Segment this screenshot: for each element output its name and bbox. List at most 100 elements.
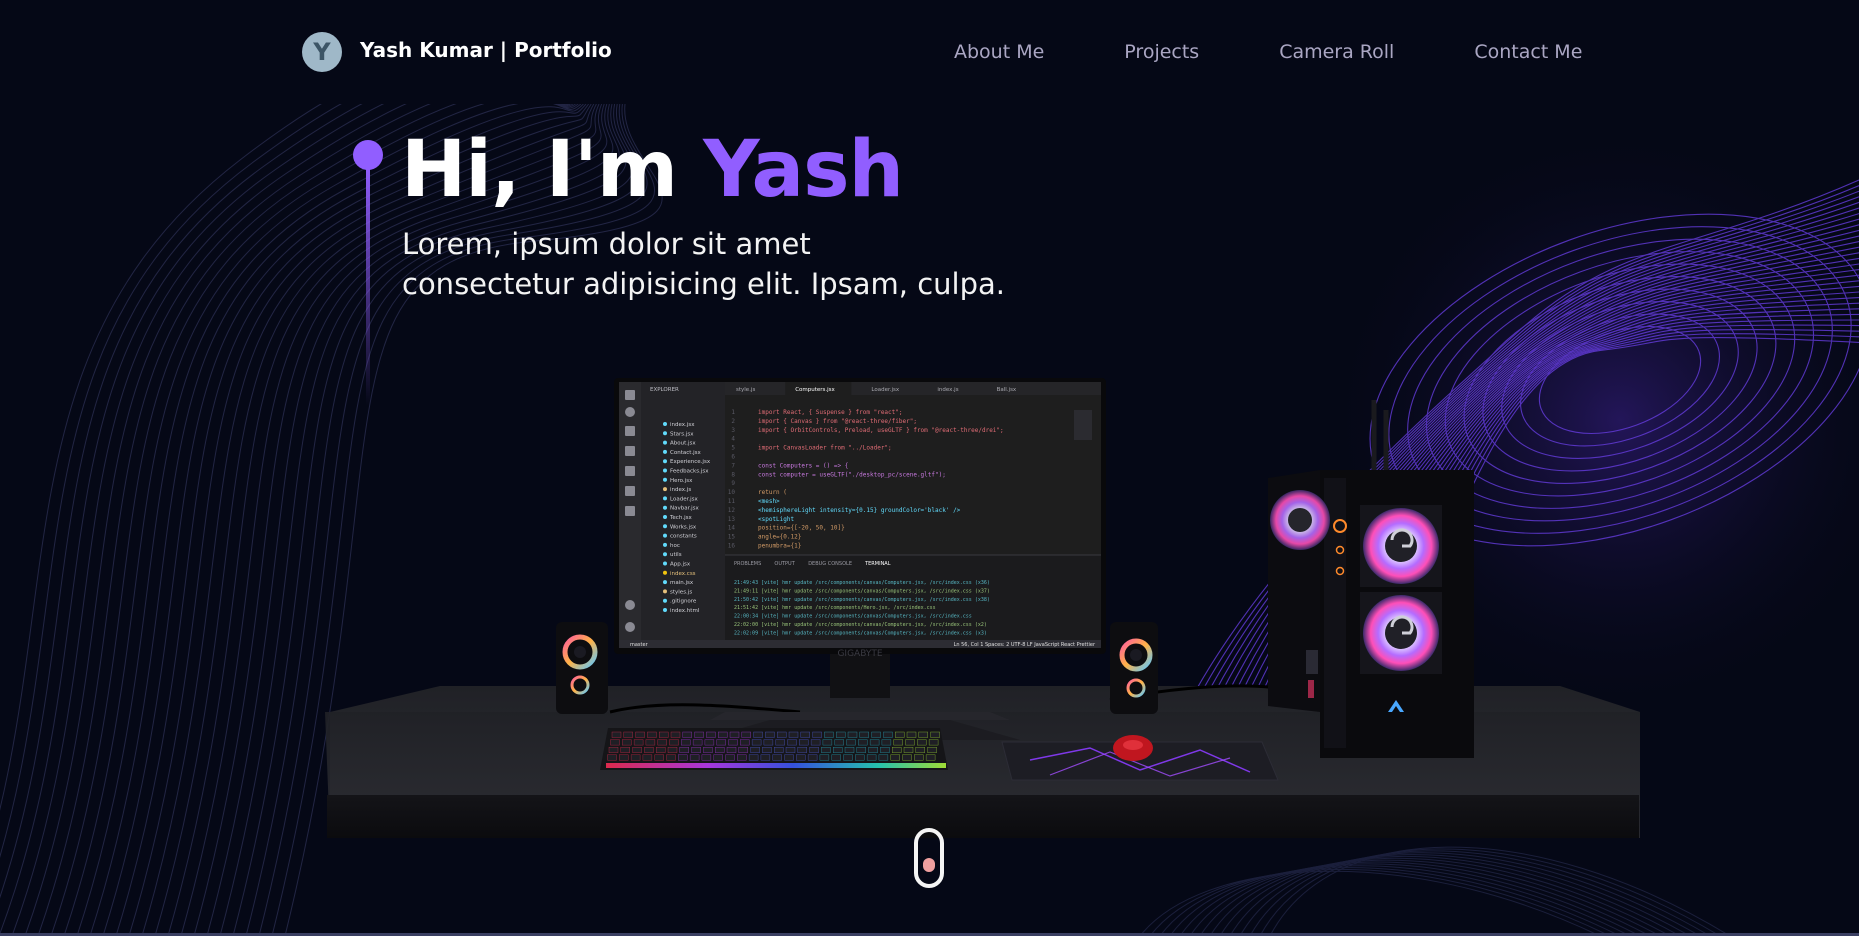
brand-title[interactable]: Yash Kumar | Portfolio — [360, 38, 612, 62]
editor-tab[interactable]: style.js — [736, 387, 755, 393]
status-right: Ln 56, Col 1 Spaces: 2 UTF-8 LF JavaScri… — [954, 642, 1096, 648]
code-line: import CanvasLoader from "../Loader"; — [758, 445, 892, 452]
scroll-dot — [923, 858, 935, 872]
editor-tab[interactable]: Ball.jsx — [997, 387, 1017, 393]
file-icon — [663, 449, 667, 454]
keyboard — [600, 728, 948, 770]
file-icon — [663, 524, 667, 529]
code-line: import { OrbitControls, Preload, useGLTF… — [758, 427, 1004, 434]
file-item[interactable]: Feedbacks.jsx — [670, 469, 709, 475]
monitor-brand: GIGABYTE — [837, 649, 882, 659]
line-number: 11 — [728, 498, 736, 505]
file-item[interactable]: index.html — [670, 608, 700, 614]
line-number: 8 — [731, 471, 735, 478]
file-item[interactable]: utils — [670, 552, 682, 558]
file-item[interactable]: index.jsx — [670, 422, 695, 428]
panel-tab[interactable]: PROBLEMS — [734, 561, 761, 567]
terminal-line: 22:02:00 [vite] hmr update /src/componen… — [734, 622, 987, 628]
file-item[interactable]: Hero.jsx — [670, 478, 693, 484]
nav-link-projects[interactable]: Projects — [1124, 41, 1199, 63]
file-item[interactable]: .gitignore — [670, 599, 697, 605]
hero-title: Hi, I'm Yash — [401, 122, 904, 218]
file-item[interactable]: hoc — [670, 543, 680, 549]
editor-tab[interactable]: index.js — [937, 387, 958, 393]
file-icon — [663, 422, 667, 426]
file-icon — [663, 608, 667, 612]
desk-front — [327, 795, 1639, 838]
file-item[interactable]: Stars.jsx — [670, 431, 694, 437]
terminal-line: 21:49:11 [vite] hmr update /src/componen… — [734, 588, 990, 594]
file-icon — [663, 542, 667, 547]
right-speaker — [1110, 622, 1158, 714]
code-line: import { Canvas } from "@react-three/fib… — [758, 418, 917, 425]
line-number: 6 — [731, 454, 735, 461]
file-icon — [663, 570, 667, 575]
file-item[interactable]: App.jsx — [670, 562, 691, 568]
file-item[interactable]: Experience.jsx — [670, 459, 711, 465]
hero-accent-line — [366, 166, 370, 406]
line-number: 15 — [728, 534, 736, 541]
panel-tab[interactable]: TERMINAL — [864, 561, 891, 567]
hero-subtitle-line1: Lorem, ipsum dolor sit amet — [402, 227, 811, 261]
line-number: 12 — [728, 507, 736, 514]
code-line: <spotLight — [758, 516, 795, 523]
file-item[interactable]: Works.jsx — [670, 524, 697, 530]
file-icon — [663, 589, 667, 594]
file-icon — [663, 431, 667, 436]
file-icon — [663, 515, 667, 519]
portfolio-page: Y Yash Kumar | Portfolio About Me Projec… — [0, 0, 1859, 936]
terminal-line: 22:02:09 [vite] hmr update /src/componen… — [734, 630, 987, 636]
file-icon — [663, 580, 667, 585]
file-icon — [663, 505, 667, 510]
logo-icon[interactable]: Y — [302, 32, 342, 72]
scroll-down-indicator[interactable] — [914, 828, 944, 888]
hero-name: Yash — [703, 125, 904, 215]
file-icon — [663, 477, 667, 482]
line-number: 5 — [731, 445, 735, 452]
file-item[interactable]: main.jsx — [670, 580, 694, 586]
file-icon — [663, 440, 667, 445]
desktop-pc-scene[interactable]: GIGABYTE EXPLORER index.jsx Stars.jsx Abou… — [0, 0, 1859, 936]
hero-subtitle-line2: consectetur adipisicing elit. Ipsam, cul… — [402, 267, 1006, 301]
file-item[interactable]: styles.js — [670, 589, 692, 595]
code-line: angle={0.12} — [758, 534, 801, 541]
file-item[interactable]: index.css — [670, 571, 696, 577]
line-number: 16 — [728, 543, 736, 550]
file-icon — [663, 561, 667, 566]
code-line: const computer = useGLTF("./desktop_pc/s… — [758, 471, 946, 478]
editor-tab[interactable]: Loader.jsx — [871, 387, 899, 393]
panel-tab[interactable]: DEBUG CONSOLE — [808, 561, 852, 567]
editor-tab[interactable]: Computers.jsx — [795, 387, 835, 393]
code-line: position={[-20, 50, 10]} — [758, 525, 845, 532]
line-number: 7 — [731, 462, 735, 469]
logo-letter: Y — [313, 38, 331, 66]
nav-link-contact-me[interactable]: Contact Me — [1474, 41, 1582, 63]
file-icon — [663, 552, 667, 557]
line-number: 9 — [731, 480, 735, 487]
line-number: 1 — [731, 409, 735, 416]
terminal-line: 21:49:43 [vite] hmr update /src/componen… — [734, 580, 990, 586]
code-line: import React, { Suspense } from "react"; — [758, 409, 903, 416]
file-item[interactable]: index.js — [670, 487, 691, 493]
file-item[interactable]: Navbar.jsx — [670, 506, 699, 512]
nav-link-about-me[interactable]: About Me — [954, 41, 1044, 63]
line-number: 10 — [728, 489, 736, 496]
code-line: penumbra={1} — [758, 543, 801, 550]
file-item[interactable]: Contact.jsx — [670, 450, 702, 456]
line-number: 4 — [731, 436, 735, 443]
file-icon — [663, 496, 667, 501]
code-line: <hemisphereLight intensity={0.15} ground… — [758, 507, 961, 514]
pc-tower — [1268, 400, 1474, 758]
left-speaker — [556, 622, 608, 714]
file-icon — [663, 468, 667, 473]
file-item[interactable]: About.jsx — [670, 441, 696, 447]
nav-link-camera-roll[interactable]: Camera Roll — [1279, 41, 1394, 63]
terminal-line: 21:51:42 [vite] hmr update /src/componen… — [734, 605, 936, 611]
file-item[interactable]: Tech.jsx — [669, 515, 692, 521]
line-number: 2 — [731, 418, 735, 425]
code-line: return ( — [758, 489, 787, 496]
file-item[interactable]: constants — [670, 534, 697, 540]
code-line: const Computers = () => { — [758, 462, 848, 469]
panel-tab[interactable]: OUTPUT — [774, 561, 795, 567]
file-item[interactable]: Loader.jsx — [670, 496, 698, 502]
